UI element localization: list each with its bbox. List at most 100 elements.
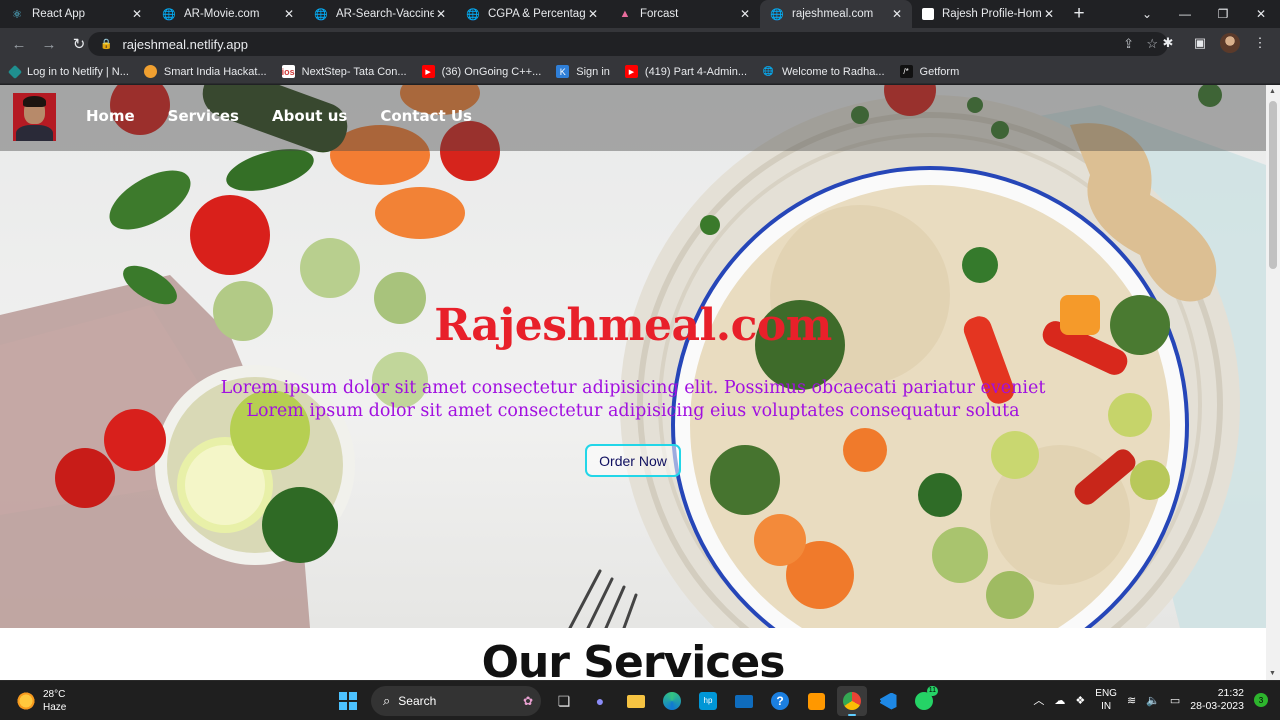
page-scrollbar[interactable]: ▲ ▼ (1266, 85, 1280, 680)
bookmark-getform[interactable]: /* Getform (899, 65, 959, 78)
tab-title: AR-Search-Vaccine-p (336, 8, 434, 20)
bookmark-cpp[interactable]: ▶ (36) OnGoing C++... (421, 65, 542, 78)
forecast-icon: ▲ (619, 8, 631, 20)
tab-strip: ⚛ React App ✕ 🌐 AR-Movie.com ✕ 🌐 AR-Sear… (0, 0, 1280, 28)
taskbar-apps: ⌕ Search ✿ ❏ ● hp ? 11 (333, 686, 939, 716)
sublime-text-icon[interactable] (801, 686, 831, 716)
browser-toolbar: ← → ↻ 🔒 rajeshmeal.netlify.app ⇪ ☆ ✱ ▣ ⋮ (0, 28, 1280, 60)
tab-title: CGPA & Percentag (488, 8, 586, 20)
tab-rajesh-profile[interactable]: Rajesh Profile-Home ✕ (912, 0, 1064, 28)
close-tab-icon[interactable]: ✕ (890, 7, 904, 21)
bookmark-tcs[interactable]: ios NextStep- Tata Con... (281, 65, 407, 78)
new-tab-button[interactable]: + (1064, 0, 1094, 28)
kotlin-icon: K (556, 65, 570, 78)
tray-chevron-icon[interactable]: ︿ (1033, 692, 1044, 708)
hero-line-2: Lorem ipsum dolor sit amet consectetur a… (246, 401, 1020, 421)
window-controls: ⌄ — ❐ ✕ (1128, 0, 1280, 28)
bookmark-label: Sign in (576, 65, 610, 78)
logo-hair (23, 96, 46, 107)
close-tab-icon[interactable]: ✕ (738, 7, 752, 21)
profile-avatar[interactable] (1220, 33, 1240, 53)
nav-home-link[interactable]: Home (86, 107, 135, 125)
extensions-icon[interactable]: ✱ (1156, 31, 1180, 55)
globe-icon: 🌐 (466, 8, 480, 21)
scroll-up-arrow[interactable]: ▲ (1269, 88, 1276, 95)
tcs-icon: ios (281, 65, 295, 78)
tab-forcast[interactable]: ▲ Forcast ✕ (608, 0, 760, 28)
hero-background-image (0, 85, 1266, 628)
chrome-icon[interactable] (837, 686, 867, 716)
tab-title: rajeshmeal.com (792, 8, 874, 20)
battery-icon[interactable]: ▭ (1170, 694, 1180, 707)
order-now-button[interactable]: Order Now (585, 444, 681, 477)
tab-search-icon[interactable]: ⌄ (1128, 0, 1166, 28)
help-icon[interactable]: ? (765, 686, 795, 716)
scrollbar-thumb[interactable] (1269, 101, 1277, 269)
edge-icon[interactable] (657, 686, 687, 716)
nav-about-link[interactable]: About us (272, 107, 347, 125)
close-tab-icon[interactable]: ✕ (586, 7, 600, 21)
bookmark-label: (36) OnGoing C++... (441, 65, 542, 78)
bookmark-sih[interactable]: Smart India Hackat... (143, 65, 267, 78)
mail-icon[interactable] (729, 686, 759, 716)
share-icon[interactable]: ⇪ (1123, 36, 1134, 52)
bookmark-sign-in[interactable]: K Sign in (556, 65, 610, 78)
tab-cgpa[interactable]: 🌐 CGPA & Percentag ✕ (456, 0, 608, 28)
youtube-icon: ▶ (624, 65, 638, 78)
close-tab-icon[interactable]: ✕ (1042, 7, 1056, 21)
clock-time: 21:32 (1217, 687, 1244, 699)
tab-title: React App (32, 8, 86, 20)
bookmark-radha[interactable]: 🌐 Welcome to Radha... (762, 65, 885, 78)
file-explorer-icon[interactable] (621, 686, 651, 716)
wifi-icon[interactable]: ≋ (1127, 694, 1136, 707)
close-tab-icon[interactable]: ✕ (434, 7, 448, 21)
close-window-button[interactable]: ✕ (1242, 0, 1280, 28)
tab-ar-movie[interactable]: 🌐 AR-Movie.com ✕ (152, 0, 304, 28)
tab-title: Forcast (640, 8, 679, 20)
maximize-button[interactable]: ❐ (1204, 0, 1242, 28)
taskbar-search[interactable]: ⌕ Search ✿ (371, 686, 541, 716)
minimize-button[interactable]: — (1166, 0, 1204, 28)
bookmark-label: (419) Part 4-Admin... (644, 65, 747, 78)
haze-weather-icon (16, 691, 36, 711)
bookmark-label: NextStep- Tata Con... (301, 65, 407, 78)
nav-links: Home Services About us Contact Us (86, 107, 505, 125)
address-bar[interactable]: 🔒 rajeshmeal.netlify.app ⇪ ☆ (88, 32, 1168, 56)
bookmarks-bar: Log in to Netlify | N... Smart India Hac… (0, 60, 1280, 84)
profile-logo[interactable] (13, 93, 56, 141)
vscode-icon[interactable] (873, 686, 903, 716)
bookmark-part4[interactable]: ▶ (419) Part 4-Admin... (624, 65, 747, 78)
clock[interactable]: 21:32 28-03-2023 (1190, 687, 1244, 713)
close-tab-icon[interactable]: ✕ (282, 7, 296, 21)
tab-title: AR-Movie.com (184, 8, 260, 20)
tab-ar-search-vaccine[interactable]: 🌐 AR-Search-Vaccine-p ✕ (304, 0, 456, 28)
services-heading: Our Services (481, 637, 786, 680)
language-indicator[interactable]: ENG IN (1095, 687, 1117, 713)
whatsapp-icon[interactable]: 11 (909, 686, 939, 716)
netlify-icon (7, 64, 23, 79)
search-icon: ⌕ (383, 693, 391, 708)
volume-icon[interactable]: 🔈 (1146, 694, 1160, 707)
teams-chat-icon[interactable]: ● (585, 686, 615, 716)
nav-services-link[interactable]: Services (168, 107, 239, 125)
search-highlight-icon: ✿ (522, 694, 533, 708)
windows-start-icon[interactable] (333, 686, 363, 716)
weather-widget[interactable]: 28°C Haze (16, 688, 66, 714)
tab-rajeshmeal[interactable]: 🌐 rajeshmeal.com ✕ (760, 0, 912, 28)
language-code: ENG (1095, 688, 1117, 699)
onedrive-icon[interactable]: ☁ (1054, 694, 1065, 707)
scroll-down-arrow[interactable]: ▼ (1269, 670, 1276, 677)
tab-react-app[interactable]: ⚛ React App ✕ (0, 0, 152, 28)
close-tab-icon[interactable]: ✕ (130, 7, 144, 21)
forward-button[interactable]: → (36, 31, 62, 57)
lock-icon[interactable]: 🔒 (100, 39, 112, 50)
notification-badge[interactable]: 3 (1254, 693, 1268, 707)
back-button[interactable]: ← (6, 31, 32, 57)
hp-app-icon[interactable]: hp (693, 686, 723, 716)
nav-contact-link[interactable]: Contact Us (380, 107, 472, 125)
dropbox-icon[interactable]: ❖ (1075, 694, 1085, 707)
sidebar-icon[interactable]: ▣ (1188, 31, 1212, 55)
menu-icon[interactable]: ⋮ (1248, 31, 1272, 55)
bookmark-netlify[interactable]: Log in to Netlify | N... (7, 64, 129, 79)
task-view-icon[interactable]: ❏ (549, 686, 579, 716)
